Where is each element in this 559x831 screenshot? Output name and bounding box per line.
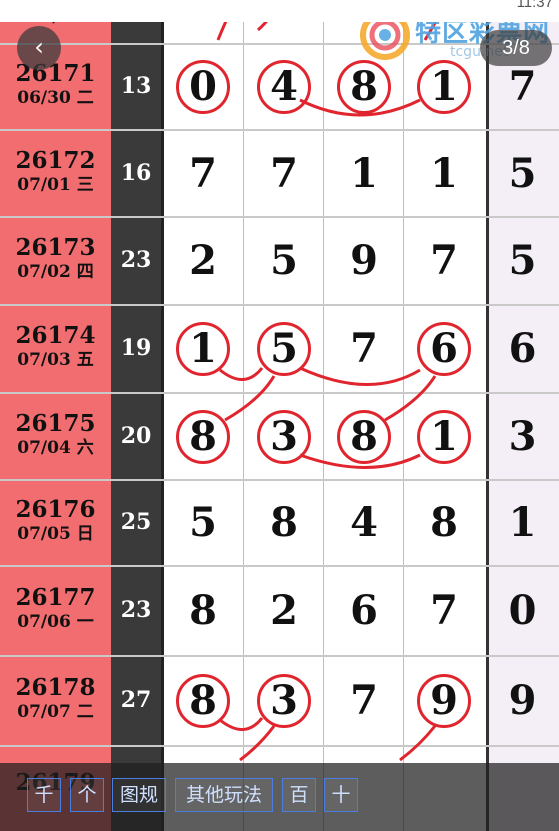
table-row: 26174 07/03 五 19 1 5 7 6 6 bbox=[0, 305, 559, 394]
tab-other-plays[interactable]: 其他玩法 bbox=[175, 778, 273, 812]
date-cell: 26171 06/30 二 bbox=[0, 61, 111, 109]
row-issue: 26178 bbox=[15, 674, 96, 701]
row-issue: 26172 bbox=[15, 147, 96, 174]
digit-cell: 8 bbox=[350, 413, 378, 460]
digit-cell: 8 bbox=[270, 499, 298, 546]
tab-ge[interactable]: 个 bbox=[70, 778, 104, 812]
digit-cell: 0 bbox=[189, 63, 217, 110]
date-cell: 26176 07/05 日 bbox=[0, 497, 111, 545]
bottom-tab-bar: 千 个 图规 其他玩法 百 十 bbox=[0, 763, 559, 831]
digit-cell: 8 bbox=[189, 587, 217, 634]
date-cell: 26175 07/04 六 bbox=[0, 411, 111, 459]
digit-cell: 7 bbox=[430, 237, 458, 284]
last-digit-cell: 7 bbox=[508, 63, 537, 110]
tab-shi[interactable]: 十 bbox=[324, 778, 358, 812]
row-day: 07/06 一 bbox=[17, 612, 94, 632]
date-cell: 26173 07/02 四 bbox=[0, 235, 111, 283]
tab-qian[interactable]: 千 bbox=[27, 778, 61, 812]
row-issue: 26174 bbox=[15, 322, 96, 349]
digit-cell: 5 bbox=[189, 499, 217, 546]
page-indicator: 3/8 bbox=[480, 30, 552, 66]
row-issue: 26176 bbox=[15, 496, 96, 523]
sum-cell: 13 bbox=[120, 73, 152, 99]
date-cell: 26172 07/01 三 bbox=[0, 148, 111, 196]
table-row: 26178 07/07 二 27 8 3 7 9 9 bbox=[0, 656, 559, 747]
row-day: 07/02 四 bbox=[17, 262, 94, 282]
last-digit-cell: 1 bbox=[508, 499, 537, 546]
digit-cell: 7 bbox=[430, 587, 458, 634]
back-button[interactable]: ‹ bbox=[17, 26, 61, 70]
table-row: 26173 07/02 四 23 2 5 9 7 5 bbox=[0, 217, 559, 306]
digit-cell: 1 bbox=[350, 150, 378, 197]
last-digit-cell: 5 bbox=[508, 237, 537, 284]
last-digit-cell: 3 bbox=[508, 413, 537, 460]
digit-cell: 6 bbox=[430, 325, 458, 372]
row-day: 07/01 三 bbox=[17, 175, 94, 195]
digit-cell: 1 bbox=[430, 63, 458, 110]
last-digit-cell: 9 bbox=[508, 677, 537, 724]
table-row: 26172 07/01 三 16 7 7 1 1 5 bbox=[0, 130, 559, 218]
digit-cell: 9 bbox=[430, 677, 458, 724]
row-day: 07/05 日 bbox=[17, 524, 94, 544]
chart-frame: 06/29 2617106/30 二13048172617207/01 三167… bbox=[0, 0, 559, 831]
sum-cell: 23 bbox=[120, 247, 152, 273]
last-digit-cell: 0 bbox=[508, 587, 537, 634]
table-row: 26175 07/04 六 20 8 3 8 1 3 bbox=[0, 393, 559, 481]
digit-cell: 8 bbox=[189, 413, 217, 460]
sum-cell: 19 bbox=[120, 335, 152, 361]
sum-cell: 16 bbox=[120, 160, 152, 186]
digit-cell: 1 bbox=[430, 150, 458, 197]
digit-cell: 8 bbox=[430, 499, 458, 546]
row-day: 07/03 五 bbox=[17, 350, 94, 370]
digit-cell: 6 bbox=[350, 587, 378, 634]
digit-cell: 1 bbox=[189, 325, 217, 372]
sum-cell: 25 bbox=[120, 509, 152, 535]
row-issue: 26175 bbox=[15, 410, 96, 437]
digit-cell: 3 bbox=[270, 413, 298, 460]
digit-cell: 4 bbox=[270, 63, 298, 110]
last-digit-cell: 6 bbox=[508, 325, 537, 372]
digit-cell: 7 bbox=[350, 677, 378, 724]
digit-cell: 7 bbox=[270, 150, 298, 197]
row-issue: 26173 bbox=[15, 234, 96, 261]
digit-cell: 4 bbox=[350, 499, 378, 546]
digit-cell: 8 bbox=[350, 63, 378, 110]
status-time: 11:37 bbox=[516, 0, 553, 11]
digit-cell: 7 bbox=[189, 150, 217, 197]
digit-cell: 2 bbox=[189, 237, 217, 284]
row-issue: 26177 bbox=[15, 584, 96, 611]
digit-cell: 9 bbox=[350, 237, 378, 284]
digit-cell: 3 bbox=[270, 677, 298, 724]
date-cell: 26177 07/06 一 bbox=[0, 585, 111, 633]
sum-cell: 23 bbox=[120, 597, 152, 623]
table-row: 26176 07/05 日 25 5 8 4 8 1 bbox=[0, 480, 559, 567]
digit-cell: 2 bbox=[270, 587, 298, 634]
row-issue: 26171 bbox=[15, 60, 96, 87]
tab-tugui[interactable]: 图规 bbox=[112, 778, 166, 812]
digit-cell: 1 bbox=[430, 413, 458, 460]
digit-cell: 5 bbox=[270, 325, 298, 372]
date-cell: 26174 07/03 五 bbox=[0, 323, 111, 371]
chevron-left-icon: ‹ bbox=[34, 33, 44, 61]
table-row: 26177 07/06 一 23 8 2 6 7 0 bbox=[0, 566, 559, 657]
digit-cell: 5 bbox=[270, 237, 298, 284]
last-digit-cell: 5 bbox=[508, 150, 537, 197]
tab-bai[interactable]: 百 bbox=[282, 778, 316, 812]
digit-cell: 8 bbox=[189, 677, 217, 724]
row-day: 07/07 二 bbox=[17, 702, 94, 722]
row-day: 07/04 六 bbox=[17, 438, 94, 458]
date-cell: 26178 07/07 二 bbox=[0, 675, 111, 723]
sum-cell: 27 bbox=[120, 687, 152, 713]
sum-cell: 20 bbox=[120, 423, 152, 449]
row-day: 06/30 二 bbox=[17, 88, 94, 108]
digit-cell: 7 bbox=[350, 325, 378, 372]
status-bar: 11:37 bbox=[0, 0, 559, 22]
